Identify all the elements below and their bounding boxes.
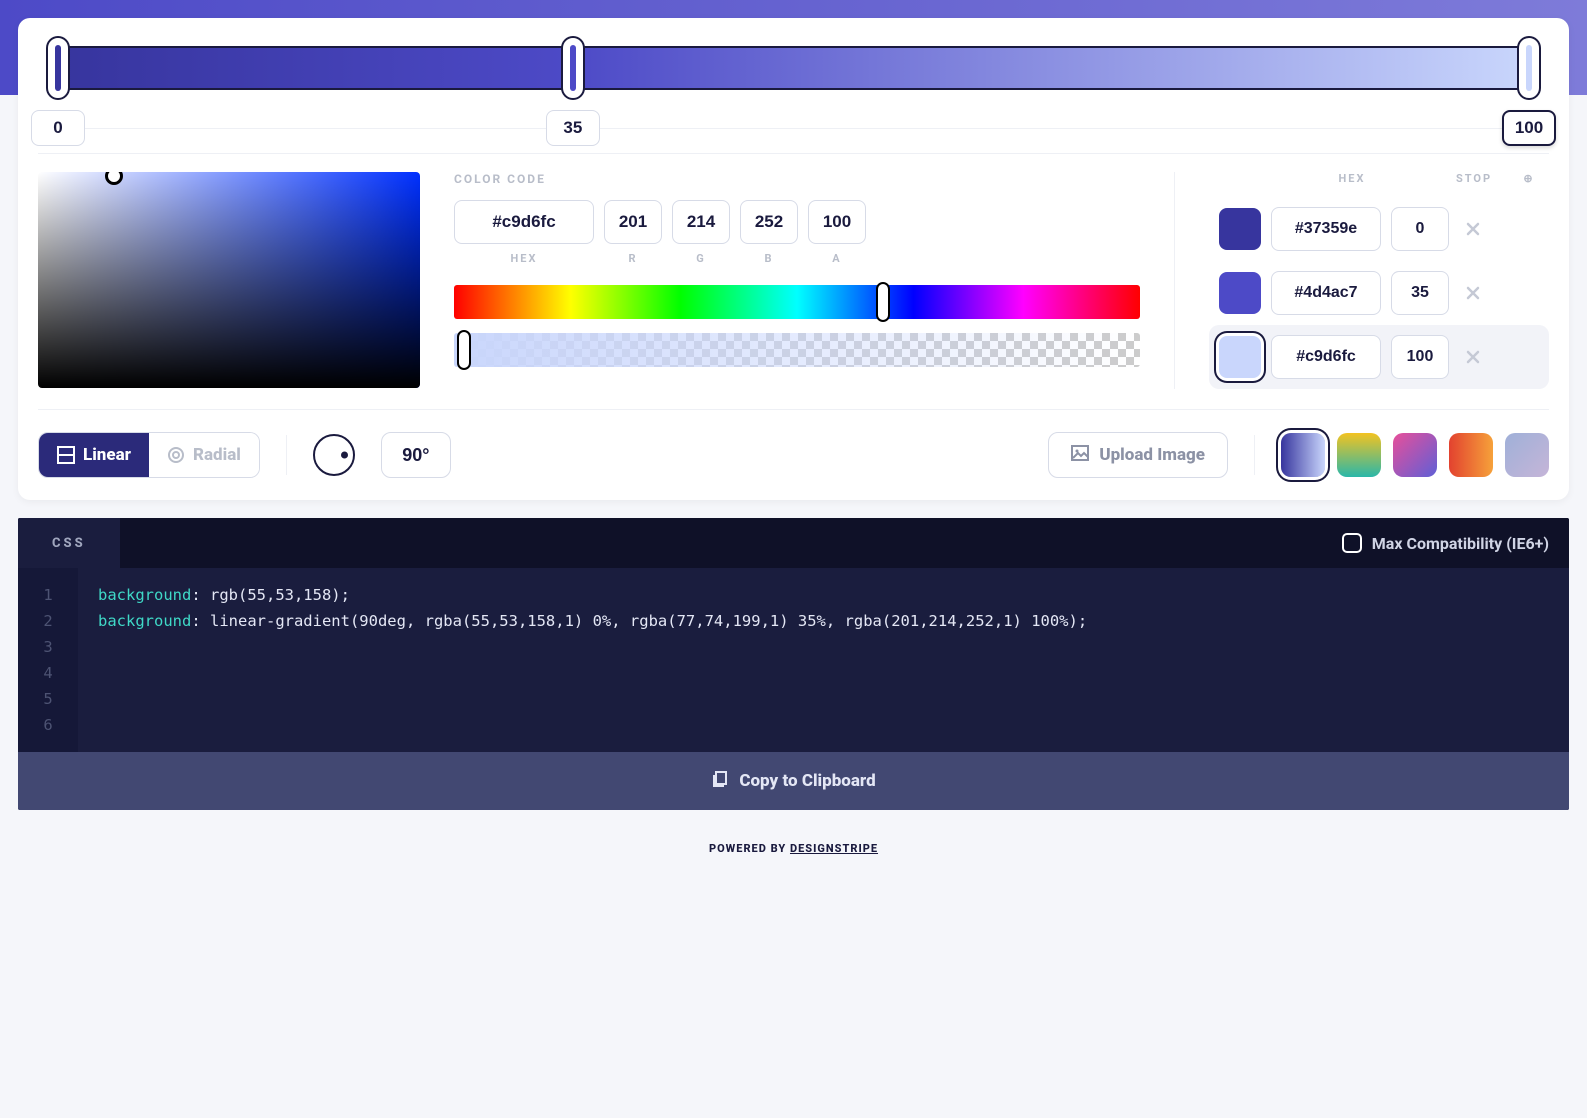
hex-input[interactable]	[454, 200, 594, 244]
stop-position-input[interactable]	[1502, 110, 1556, 146]
max-compat-toggle[interactable]: Max Compatibility (IE6+)	[1342, 533, 1549, 553]
checkbox-icon[interactable]	[1342, 533, 1362, 553]
line-gutter: 123456	[18, 568, 78, 752]
gradient-handle[interactable]	[563, 38, 583, 98]
alpha-slider[interactable]	[454, 333, 1140, 367]
delete-stop-button[interactable]	[1459, 343, 1487, 371]
add-stop-button[interactable]: ⊕	[1509, 172, 1549, 185]
clipboard-icon	[711, 770, 729, 793]
stop-pos-input[interactable]	[1391, 271, 1449, 315]
divider	[1174, 172, 1175, 389]
stop-positions-row	[38, 110, 1549, 154]
preset-swatch[interactable]	[1449, 433, 1493, 477]
stop-swatch[interactable]	[1219, 336, 1261, 378]
radial-icon	[167, 446, 185, 464]
image-icon	[1071, 444, 1089, 467]
stop-position-input[interactable]	[546, 110, 600, 146]
footer: POWERED BY DESIGNSTRIPE	[0, 828, 1587, 869]
stop-swatch[interactable]	[1219, 208, 1261, 250]
stop-swatch[interactable]	[1219, 272, 1261, 314]
delete-stop-button[interactable]	[1459, 279, 1487, 307]
delete-stop-button[interactable]	[1459, 215, 1487, 243]
angle-indicator	[341, 452, 348, 459]
gradient-handle[interactable]	[48, 38, 68, 98]
b-input[interactable]	[740, 200, 798, 244]
preset-gradients	[1281, 433, 1549, 477]
preset-swatch[interactable]	[1281, 433, 1325, 477]
gradient-preview[interactable]	[38, 36, 1549, 98]
saturation-value-picker[interactable]	[38, 172, 420, 388]
stops-list: HEX STOP ⊕	[1209, 172, 1549, 389]
stop-pos-input[interactable]	[1391, 335, 1449, 379]
divider	[286, 435, 287, 475]
controls-row: Linear Radial Upload Image	[38, 410, 1549, 500]
stop-hex-input[interactable]	[1271, 207, 1381, 251]
a-label: A	[808, 252, 866, 265]
angle-knob[interactable]	[313, 434, 355, 476]
a-input[interactable]	[808, 200, 866, 244]
preset-swatch[interactable]	[1505, 433, 1549, 477]
stops-stop-header: STOP	[1439, 172, 1509, 185]
divider	[1254, 435, 1255, 475]
r-label: R	[604, 252, 662, 265]
stop-position-input[interactable]	[31, 110, 85, 146]
upload-image-button[interactable]: Upload Image	[1048, 432, 1228, 478]
g-input[interactable]	[672, 200, 730, 244]
stop-row[interactable]	[1209, 325, 1549, 389]
code-lines[interactable]: background: rgb(55,53,158);background: l…	[78, 582, 1087, 738]
stop-row[interactable]	[1209, 197, 1549, 261]
radial-button[interactable]: Radial	[149, 433, 259, 477]
stop-pos-input[interactable]	[1391, 207, 1449, 251]
color-code-column: COLOR CODE HEX R G B A	[454, 172, 1140, 389]
g-label: G	[672, 252, 730, 265]
editor-row: COLOR CODE HEX R G B A	[38, 172, 1549, 410]
color-code-heading: COLOR CODE	[454, 172, 1140, 186]
angle-input[interactable]	[381, 432, 451, 478]
hex-label: HEX	[454, 252, 594, 265]
code-tabs: CSS Max Compatibility (IE6+)	[18, 518, 1569, 568]
b-label: B	[740, 252, 798, 265]
css-tab[interactable]: CSS	[18, 518, 120, 568]
stops-hex-header: HEX	[1265, 172, 1439, 185]
stop-hex-input[interactable]	[1271, 271, 1381, 315]
copy-to-clipboard-button[interactable]: Copy to Clipboard	[18, 752, 1569, 810]
gradient-type-toggle: Linear Radial	[38, 432, 260, 478]
linear-icon	[57, 446, 75, 464]
designstripe-link[interactable]: DESIGNSTRIPE	[790, 842, 878, 855]
divider	[38, 128, 1549, 129]
gradient-editor-panel: COLOR CODE HEX R G B A	[18, 18, 1569, 500]
stop-row[interactable]	[1209, 261, 1549, 325]
linear-button[interactable]: Linear	[39, 433, 149, 477]
hue-thumb[interactable]	[876, 282, 890, 322]
code-output-panel: CSS Max Compatibility (IE6+) 123456 back…	[18, 518, 1569, 810]
alpha-thumb[interactable]	[457, 330, 471, 370]
code-body[interactable]: 123456 background: rgb(55,53,158);backgr…	[18, 568, 1569, 752]
gradient-handle[interactable]	[1519, 38, 1539, 98]
r-input[interactable]	[604, 200, 662, 244]
hue-slider[interactable]	[454, 285, 1140, 319]
stop-hex-input[interactable]	[1271, 335, 1381, 379]
preset-swatch[interactable]	[1337, 433, 1381, 477]
preset-swatch[interactable]	[1393, 433, 1437, 477]
gradient-bar[interactable]	[58, 46, 1529, 90]
